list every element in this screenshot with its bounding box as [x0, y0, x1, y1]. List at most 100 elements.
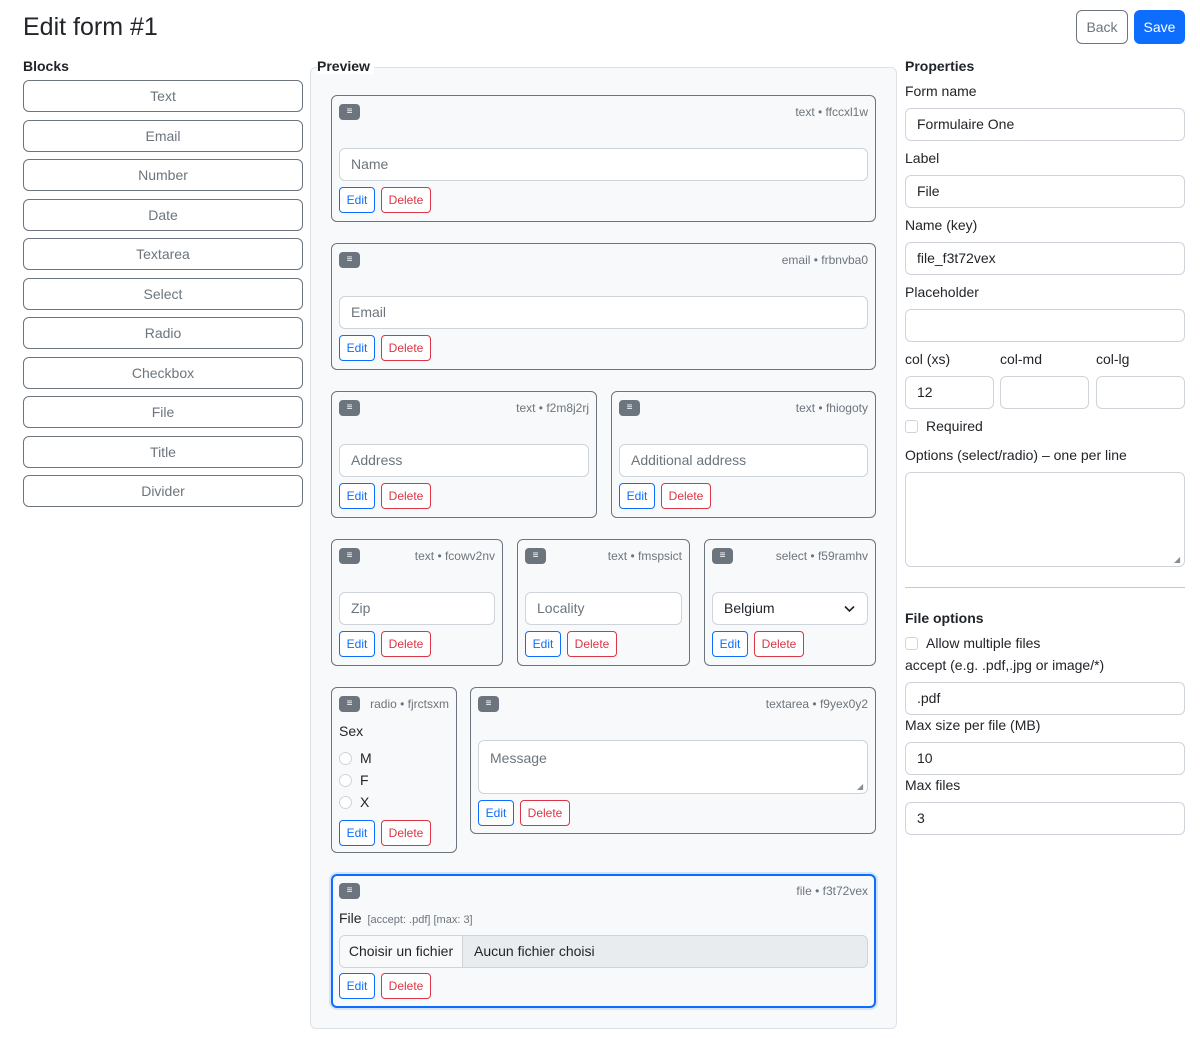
block-file-button[interactable]: File	[23, 396, 303, 428]
drag-handle-icon[interactable]: ≡	[339, 400, 360, 416]
country-select[interactable]: Belgium	[712, 592, 868, 625]
back-button[interactable]: Back	[1076, 10, 1128, 44]
edit-button[interactable]: Edit	[339, 187, 375, 213]
edit-button[interactable]: Edit	[619, 483, 655, 509]
accept-input[interactable]: .pdf	[905, 682, 1185, 715]
drag-handle-icon[interactable]: ≡	[525, 548, 546, 564]
edit-button[interactable]: Edit	[339, 820, 375, 846]
save-button[interactable]: Save	[1134, 10, 1185, 44]
edit-button[interactable]: Edit	[339, 483, 375, 509]
file-status: Aucun fichier choisi	[474, 943, 595, 959]
field-meta: text • fmspsict	[607, 549, 682, 563]
block-select-button[interactable]: Select	[23, 278, 303, 310]
resize-handle-icon[interactable]: ◢	[1174, 556, 1182, 564]
block-date-button[interactable]: Date	[23, 199, 303, 231]
delete-button[interactable]: Delete	[520, 800, 570, 826]
address-input[interactable]: Address	[339, 444, 589, 477]
delete-button[interactable]: Delete	[661, 483, 711, 509]
key-input[interactable]: file_f3t72vex	[905, 242, 1185, 275]
form-name-input[interactable]: Formulaire One	[905, 108, 1185, 141]
drag-handle-icon[interactable]: ≡	[619, 400, 640, 416]
properties-heading: Properties	[905, 58, 975, 74]
block-title-button[interactable]: Title	[23, 436, 303, 468]
max-files-input[interactable]: 3	[905, 802, 1185, 835]
delete-button[interactable]: Delete	[567, 631, 617, 657]
file-hint: [accept: .pdf] [max: 3]	[367, 914, 473, 926]
field-block-zip[interactable]: ≡ text • fcowv2nv Zip Edit Delete	[331, 539, 503, 666]
delete-button[interactable]: Delete	[754, 631, 804, 657]
drag-handle-icon[interactable]: ≡	[339, 252, 360, 268]
radio-option-f[interactable]: F	[339, 772, 369, 788]
edit-button[interactable]: Edit	[478, 800, 514, 826]
drag-handle-icon[interactable]: ≡	[478, 696, 499, 712]
choose-file-button[interactable]: Choisir un fichier	[340, 936, 463, 967]
field-meta: text • ffccxl1w	[795, 105, 868, 119]
drag-handle-icon[interactable]: ≡	[339, 696, 360, 712]
radio-circle[interactable]	[339, 751, 352, 765]
multiple-files-checkbox[interactable]	[905, 636, 918, 650]
email-input[interactable]: Email	[339, 296, 868, 329]
field-block-address[interactable]: ≡ text • f2m8j2rj Address Edit Delete	[331, 391, 597, 518]
name-input[interactable]: Name	[339, 148, 868, 181]
delete-button[interactable]: Delete	[381, 335, 431, 361]
radio-label: Sex	[339, 723, 364, 739]
required-row[interactable]: Required	[905, 418, 983, 434]
delete-button[interactable]: Delete	[381, 187, 431, 213]
radio-circle[interactable]	[339, 795, 352, 809]
label-input[interactable]: File	[905, 175, 1185, 208]
resize-handle-icon[interactable]: ◢	[857, 783, 865, 791]
locality-input[interactable]: Locality	[525, 592, 682, 625]
additional-address-input[interactable]: Additional address	[619, 444, 868, 477]
block-radio-button[interactable]: Radio	[23, 317, 303, 349]
drag-handle-icon[interactable]: ≡	[339, 104, 360, 120]
file-label: File [accept: .pdf] [max: 3]	[339, 910, 473, 926]
field-meta: email • frbnvba0	[781, 253, 868, 267]
col-lg-input[interactable]	[1096, 376, 1185, 409]
delete-button[interactable]: Delete	[381, 631, 431, 657]
radio-option-label: X	[360, 794, 370, 810]
field-block-locality[interactable]: ≡ text • fmspsict Locality Edit Delete	[517, 539, 690, 666]
delete-button[interactable]: Delete	[381, 820, 431, 846]
max-files-label: Max files	[905, 777, 961, 793]
col-xs-input[interactable]: 12	[905, 376, 994, 409]
radio-option-x[interactable]: X	[339, 794, 369, 810]
delete-button[interactable]: Delete	[381, 973, 431, 999]
field-block-additional-address[interactable]: ≡ text • fhiogoty Additional address Edi…	[611, 391, 876, 518]
label-label: Label	[905, 150, 940, 166]
field-block-message[interactable]: ≡ textarea • f9yex0y2 Message ◢ Edit Del…	[470, 687, 876, 834]
block-divider-button[interactable]: Divider	[23, 475, 303, 507]
field-block-email[interactable]: ≡ email • frbnvba0 Email Edit Delete	[331, 243, 876, 370]
edit-button[interactable]: Edit	[712, 631, 748, 657]
block-email-button[interactable]: Email	[23, 120, 303, 152]
placeholder-input[interactable]	[905, 309, 1185, 342]
edit-button[interactable]: Edit	[339, 973, 375, 999]
options-textarea[interactable]: ◢	[905, 472, 1185, 567]
radio-option-m[interactable]: M	[339, 750, 372, 766]
zip-input[interactable]: Zip	[339, 592, 495, 625]
block-checkbox-button[interactable]: Checkbox	[23, 357, 303, 389]
field-block-file[interactable]: ≡ file • f3t72vex File [accept: .pdf] [m…	[331, 874, 876, 1008]
drag-handle-icon[interactable]: ≡	[339, 548, 360, 564]
required-checkbox[interactable]	[905, 419, 918, 433]
delete-button[interactable]: Delete	[381, 483, 431, 509]
block-text-button[interactable]: Text	[23, 80, 303, 112]
drag-handle-icon[interactable]: ≡	[712, 548, 733, 564]
block-textarea-button[interactable]: Textarea	[23, 238, 303, 270]
field-block-country-select[interactable]: ≡ select • f59ramhv Belgium Edit Delete	[704, 539, 876, 666]
edit-button[interactable]: Edit	[525, 631, 561, 657]
multiple-files-row[interactable]: Allow multiple files	[905, 635, 1040, 651]
col-md-input[interactable]	[1000, 376, 1089, 409]
key-label: Name (key)	[905, 217, 978, 233]
edit-button[interactable]: Edit	[339, 335, 375, 361]
radio-circle[interactable]	[339, 773, 352, 787]
block-number-button[interactable]: Number	[23, 159, 303, 191]
field-block-radio[interactable]: ≡ radio • fjrctsxm Sex M F X Edit Delete	[331, 687, 457, 853]
field-block-name[interactable]: ≡ text • ffccxl1w Name Edit Delete	[331, 95, 876, 222]
max-size-input[interactable]: 10	[905, 742, 1185, 775]
field-meta: text • f2m8j2rj	[516, 401, 589, 415]
edit-button[interactable]: Edit	[339, 631, 375, 657]
file-input[interactable]: Choisir un fichier Aucun fichier choisi	[339, 935, 868, 968]
message-textarea[interactable]: Message ◢	[478, 740, 868, 794]
divider	[905, 587, 1185, 588]
drag-handle-icon[interactable]: ≡	[339, 883, 360, 899]
